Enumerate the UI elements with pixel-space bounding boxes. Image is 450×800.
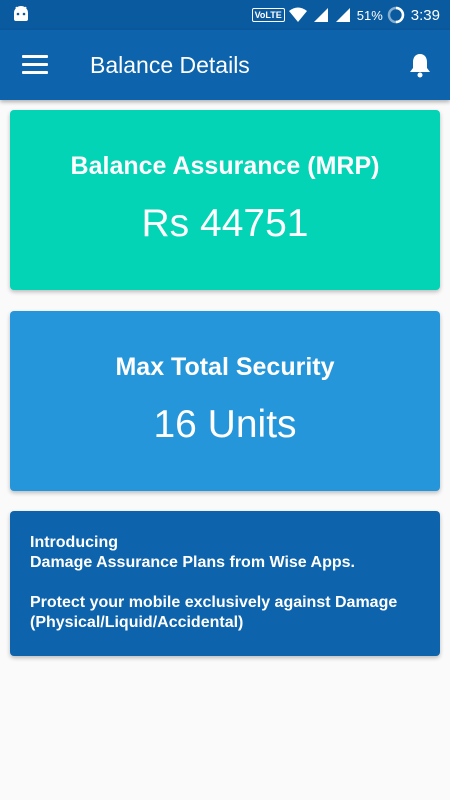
wifi-icon [288,7,307,22]
balance-card[interactable]: Balance Assurance (MRP) Rs 44751 [10,110,440,290]
info-line-4: (Physical/Liquid/Accidental) [30,614,244,631]
signal-icon-secondary [335,8,350,22]
security-label: Max Total Security [115,353,335,381]
volte-badge: VoLTE [251,8,285,22]
menu-icon [22,55,48,58]
security-card[interactable]: Max Total Security 16 Units [10,311,440,491]
info-line-1: Introducing [30,534,118,551]
clock: 3:39 [410,6,440,24]
balance-value: Rs 44751 [141,202,309,245]
info-card[interactable]: Introducing Damage Assurance Plans from … [10,511,440,656]
battery-percent: 51% [356,7,383,23]
info-line-2: Damage Assurance Plans from Wise Apps. [30,554,355,571]
info-line-3: Protect your mobile exclusively against … [30,594,398,611]
status-bar: VoLTE 51% 3:39 [0,0,450,30]
bell-icon[interactable] [408,52,432,78]
android-icon [14,6,28,21]
status-icons: VoLTE 51% 3:39 [251,0,440,30]
security-value: 16 Units [153,403,297,446]
balance-label: Balance Assurance (MRP) [70,152,380,180]
app-bar: Balance Details [0,30,450,100]
info-text: Introducing Damage Assurance Plans from … [30,533,420,633]
signal-icon [313,8,328,22]
battery-icon [387,6,405,24]
menu-button[interactable] [22,55,48,75]
page-title: Balance Details [90,52,250,78]
